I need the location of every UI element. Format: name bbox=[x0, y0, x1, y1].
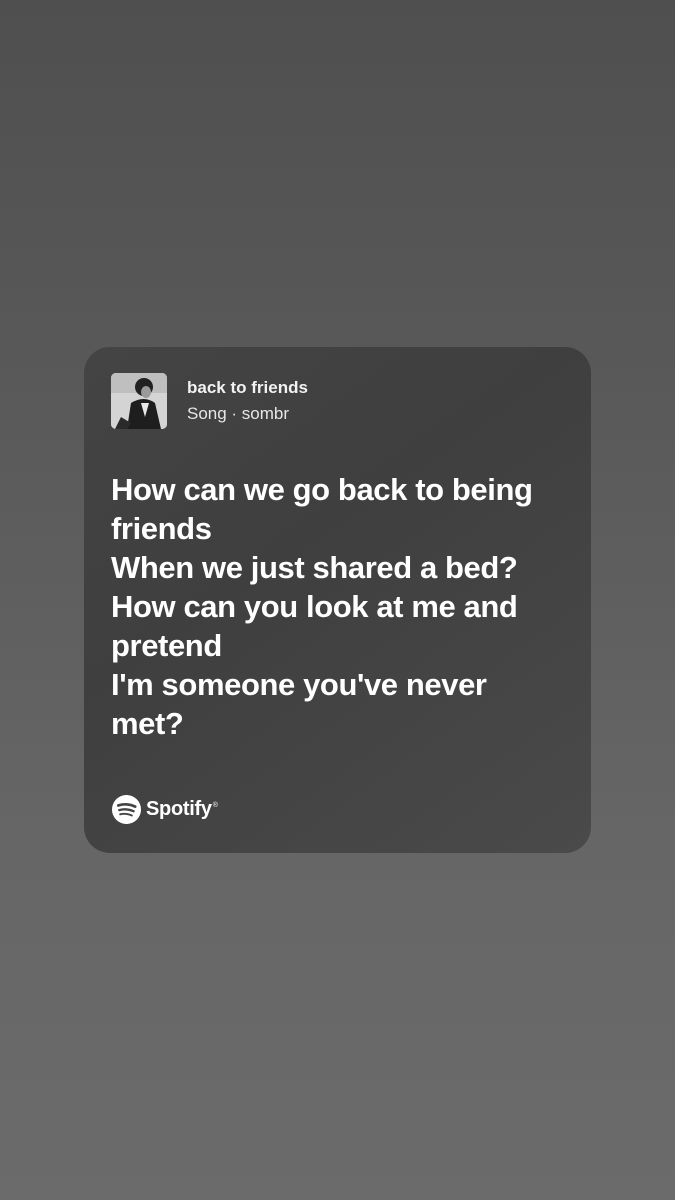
lyric-line: How can you look at me and pretend bbox=[111, 589, 518, 663]
spotify-wordmark: Spotify® bbox=[146, 798, 218, 821]
lyric-line: How can we go back to being friends bbox=[111, 472, 533, 546]
brand-name-text: Spotify bbox=[146, 798, 212, 820]
song-meta: back to friends Song · sombr bbox=[187, 377, 308, 425]
album-cover-image[interactable] bbox=[111, 373, 167, 429]
trademark-symbol: ® bbox=[212, 802, 218, 810]
lyrics-share-card: back to friends Song · sombr How can we … bbox=[84, 347, 591, 853]
spotify-logo-icon bbox=[111, 794, 142, 825]
song-title[interactable]: back to friends bbox=[187, 377, 308, 399]
song-subtitle: Song · sombr bbox=[187, 404, 290, 423]
spotify-brand[interactable]: Spotify® bbox=[111, 794, 218, 825]
lyric-line: When we just shared a bed? bbox=[111, 550, 518, 585]
lyrics-text: How can we go back to being friends When… bbox=[111, 470, 551, 743]
song-header[interactable]: back to friends Song · sombr bbox=[111, 373, 308, 429]
lyric-line: I'm someone you've never met? bbox=[111, 667, 487, 741]
